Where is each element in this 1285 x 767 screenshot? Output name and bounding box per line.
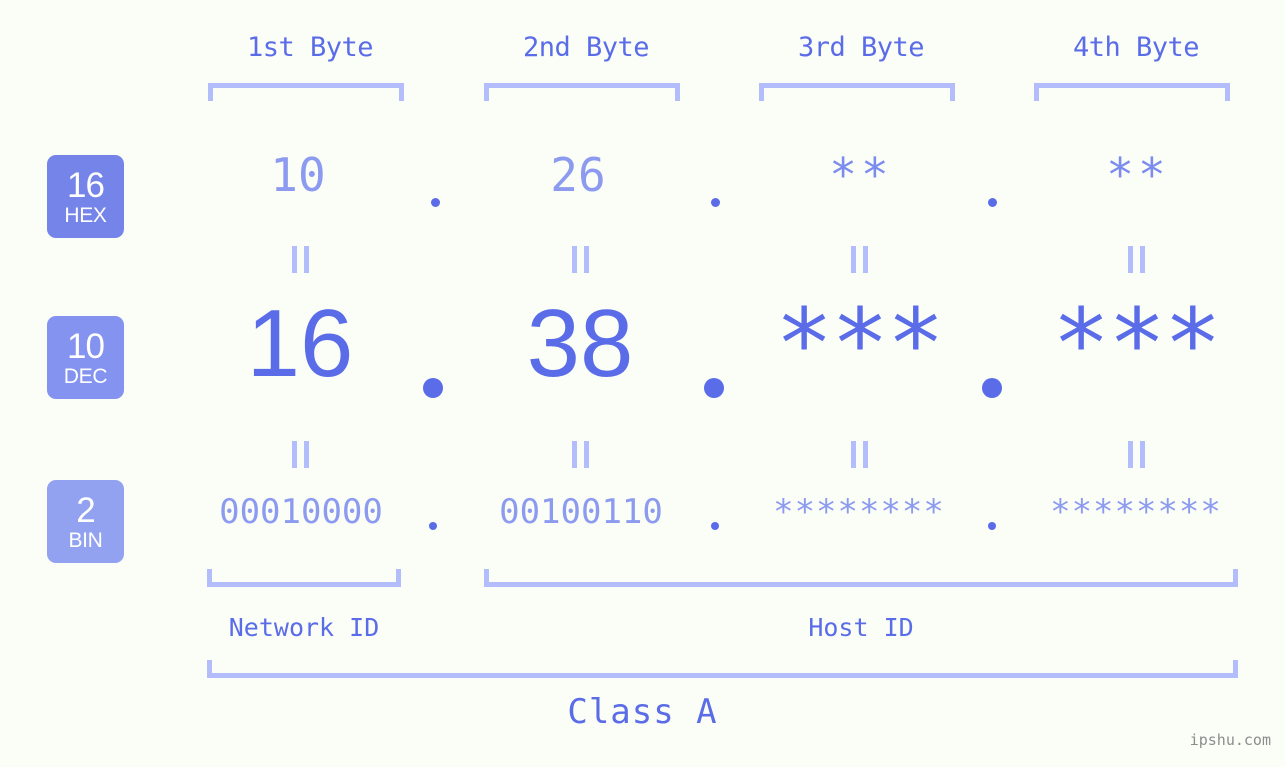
base-badge-hex-label: HEX: [64, 203, 107, 227]
equals-sign-dec-bin-2: [450, 441, 710, 468]
bin-value-1: 00010000: [219, 492, 383, 532]
dec-value-1: 16: [246, 290, 354, 397]
base-badge-dec: 10 DEC: [47, 316, 124, 399]
byte-header-2: 2nd Byte: [522, 32, 650, 63]
dec-separator-dot-1: [423, 378, 443, 398]
byte-header-1: 1st Byte: [246, 32, 374, 63]
byte-header-3: 3rd Byte: [797, 32, 925, 63]
dec-separator-dot-2: [704, 378, 724, 398]
bin-value-4: ********: [1050, 492, 1222, 532]
base-badge-dec-number: 10: [67, 326, 105, 366]
base-badge-bin-label: BIN: [68, 528, 103, 552]
byte-bracket-1: [208, 83, 404, 101]
hex-value-3: **: [829, 148, 893, 202]
base-badge-bin-number: 2: [76, 490, 95, 530]
bin-separator-dot-2: [711, 522, 719, 530]
network-id-label: Network ID: [228, 613, 380, 642]
hex-value-4: **: [1106, 148, 1170, 202]
bin-value-2: 00100110: [499, 492, 663, 532]
base-badge-dec-label: DEC: [63, 364, 108, 388]
equals-sign-hex-dec-2: [450, 246, 710, 273]
dec-value-2: 38: [526, 290, 634, 397]
equals-sign-dec-bin-1: [170, 441, 430, 468]
hex-value-2: 26: [550, 148, 606, 202]
byte-bracket-2: [484, 83, 680, 101]
hex-separator-dot-2: [711, 198, 720, 207]
bin-separator-dot-3: [988, 522, 996, 530]
bin-value-3: ********: [773, 492, 945, 532]
ip-byte-diagram: 1st Byte 2nd Byte 3rd Byte 4th Byte 16 H…: [0, 0, 1285, 767]
hex-value-1: 10: [270, 148, 326, 202]
equals-sign-hex-dec-4: [1006, 246, 1266, 273]
dec-separator-dot-3: [982, 378, 1002, 398]
host-id-label: Host ID: [808, 613, 914, 642]
equals-sign-dec-bin-3: [729, 441, 989, 468]
dec-value-3: ***: [775, 288, 944, 400]
dec-value-4: ***: [1052, 288, 1221, 400]
byte-header-4: 4th Byte: [1072, 32, 1200, 63]
host-id-bracket: [484, 569, 1238, 587]
equals-sign-hex-dec-1: [170, 246, 430, 273]
byte-bracket-3: [759, 83, 955, 101]
equals-sign-hex-dec-3: [729, 246, 989, 273]
byte-bracket-4: [1034, 83, 1230, 101]
bin-separator-dot-1: [429, 522, 437, 530]
equals-sign-dec-bin-4: [1006, 441, 1266, 468]
hex-separator-dot-1: [431, 198, 440, 207]
site-watermark: ipshu.com: [1189, 731, 1271, 749]
base-badge-bin: 2 BIN: [47, 480, 124, 563]
network-id-bracket: [207, 569, 401, 587]
base-badge-hex: 16 HEX: [47, 155, 124, 238]
hex-separator-dot-3: [988, 198, 997, 207]
class-bracket: [207, 660, 1238, 678]
class-label: Class A: [567, 692, 718, 732]
base-badge-hex-number: 16: [67, 165, 105, 205]
